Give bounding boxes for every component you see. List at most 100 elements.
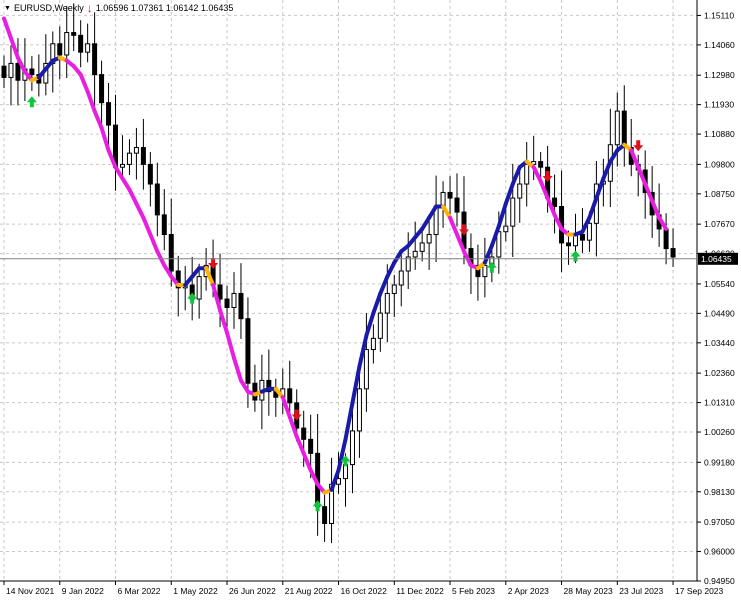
candle-body-down (29, 68, 35, 76)
y-tick-label: 1.05540 (704, 279, 735, 289)
sell-arrow-icon: ↓ (86, 0, 93, 15)
x-tick-label: 17 Sep 2023 (675, 586, 723, 596)
candle-body-down (552, 197, 558, 207)
candle-body-up (517, 183, 523, 199)
collapse-triangle-icon[interactable]: ▼ (4, 5, 11, 12)
chart-background (0, 0, 741, 600)
candle-body-up (349, 430, 355, 466)
y-tick-label: 1.12980 (704, 70, 735, 80)
x-tick-label: 2 Apr 2023 (508, 586, 549, 596)
y-tick-label: 1.03440 (704, 338, 735, 348)
y-tick-label: 1.04490 (704, 308, 735, 318)
candle-body-up (85, 43, 91, 53)
candle-body-down (245, 318, 251, 384)
candle-body-up (356, 388, 362, 432)
y-tick-label: 1.10880 (704, 129, 735, 139)
candle-body-down (670, 248, 676, 258)
candle-body-down (71, 32, 77, 36)
candle-body-up (384, 292, 390, 314)
candle-body-down (147, 163, 153, 185)
candle-body-down (252, 382, 258, 401)
candle-body-up (482, 264, 488, 278)
y-tick-label: 1.07670 (704, 219, 735, 229)
candle-body-down (161, 214, 167, 236)
candle-body-down (447, 191, 453, 199)
candle-body-up (8, 62, 14, 78)
current-price-label: 1.06435 (701, 254, 732, 264)
candle-body-up (398, 270, 404, 286)
price-chart-svg[interactable]: 1.15110 1.14060 1.12980 1.11930 1.10880 1.098… (0, 0, 741, 600)
x-tick-label: 28 May 2023 (564, 586, 613, 596)
y-tick-label: 1.08750 (704, 189, 735, 199)
candle-body-up (119, 163, 125, 168)
candle-body-down (454, 197, 460, 213)
candle-body-down (57, 43, 63, 56)
y-tick-label: 0.96000 (704, 547, 735, 557)
candle-body-down (92, 43, 98, 76)
candle-body-down (322, 506, 328, 524)
candle-body-down (1, 65, 7, 78)
candle-body-down (106, 102, 112, 126)
candle-body-up (586, 222, 592, 241)
x-tick-label: 5 Feb 2023 (452, 586, 495, 596)
candle-body-down (154, 183, 160, 216)
y-tick-label: 0.98130 (704, 487, 735, 497)
chart: ▼ EURUSD,Weekly ↓ 1.06596 1.07361 1.0614… (0, 0, 741, 600)
candle-body-up (64, 32, 70, 56)
y-tick-label: 0.99180 (704, 457, 735, 467)
candle-body-up (377, 312, 383, 339)
candle-body-up (419, 242, 425, 252)
x-tick-label: 11 Dec 2022 (396, 586, 444, 596)
candle-body-up (614, 110, 620, 146)
candle-body-down (663, 228, 669, 250)
y-tick-label: 1.15110 (704, 10, 734, 20)
candle-body-up (510, 197, 516, 227)
symbol-label: EURUSD,Weekly (13, 3, 84, 13)
x-tick-label: 1 May 2022 (173, 586, 218, 596)
candle-body-down (579, 234, 585, 241)
x-tick-label: 14 Nov 2021 (6, 586, 54, 596)
candle-body-down (168, 234, 174, 272)
candle-body-down (301, 427, 307, 440)
x-tick-label: 26 Jun 2022 (229, 586, 276, 596)
candle-body-up (391, 284, 397, 294)
candle-body-down (15, 62, 21, 81)
y-tick-label: 1.14060 (704, 40, 735, 50)
candle-body-down (287, 388, 293, 404)
y-tick-label: 0.94950 (704, 576, 735, 586)
candle-body-up (440, 191, 446, 207)
candle-body-down (217, 284, 223, 300)
candle-body-up (370, 337, 376, 351)
y-tick-label: 1.02360 (704, 368, 735, 378)
candle-body-up (343, 464, 348, 480)
x-tick-label: 23 Jul 2023 (619, 586, 663, 596)
candle-body-down (78, 34, 84, 53)
candle-body-down (538, 161, 544, 168)
y-tick-label: 1.09800 (704, 159, 735, 169)
x-tick-label: 6 Mar 2022 (118, 586, 161, 596)
x-tick-label: 16 Oct 2022 (341, 586, 388, 596)
candle-body-up (196, 276, 202, 300)
ohlc-values: 1.06596 1.07361 1.06142 1.06435 (95, 3, 234, 13)
candle-body-up (133, 147, 139, 154)
y-tick-label: 1.01310 (704, 398, 735, 408)
chart-info-bar: ▼ EURUSD,Weekly ↓ 1.06596 1.07361 1.0614… (4, 0, 234, 15)
candle-body-up (363, 349, 369, 390)
candle-body-down (140, 147, 146, 165)
y-tick-label: 0.97050 (704, 517, 735, 527)
candle-body-down (224, 298, 230, 308)
candle-body-up (524, 163, 530, 185)
x-tick-label: 9 Jan 2022 (62, 586, 104, 596)
candle-body-up (231, 292, 237, 308)
candle-body-up (503, 225, 509, 233)
candle-body-down (308, 438, 314, 454)
candle-body-down (99, 74, 105, 104)
candle-body-down (621, 110, 627, 149)
candle-body-up (126, 152, 132, 165)
candle-body-up (426, 234, 432, 244)
candle-body-down (566, 242, 572, 247)
x-tick-label: 21 Aug 2022 (285, 586, 333, 596)
candle-body-down (238, 292, 244, 320)
candle-body-up (412, 250, 418, 258)
y-tick-label: 1.11930 (704, 100, 734, 110)
